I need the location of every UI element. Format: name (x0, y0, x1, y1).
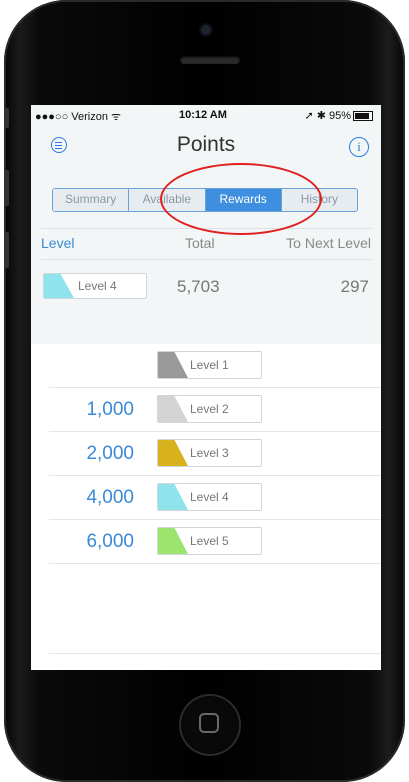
reward-level-badge: Level 4 (157, 483, 262, 511)
current-level-swatch (44, 274, 74, 298)
reward-points: 6,000 (86, 531, 134, 552)
header-divider-bottom (41, 259, 371, 260)
reward-points: 1,000 (86, 399, 134, 420)
row-divider (49, 431, 381, 432)
tab-summary[interactable]: Summary (53, 189, 130, 211)
reward-points: 2,000 (86, 443, 134, 464)
row-divider (49, 563, 381, 564)
current-level-badge: Level 4 (43, 273, 147, 299)
app-screen: ●●●○○ Verizon ᯤ 10:12 AM ➚ ✱ 95% Points … (31, 105, 381, 670)
highlight-circle (160, 163, 322, 235)
earpiece-speaker (180, 56, 240, 64)
header-total: Total (185, 235, 215, 251)
nav-bar: Points i (31, 127, 381, 163)
home-square-icon (199, 713, 219, 733)
reward-level-swatch (158, 484, 188, 510)
reward-level-swatch (158, 396, 188, 422)
battery-status: ➚ ✱ 95% (304, 109, 373, 122)
reward-level-badge: Level 1 (157, 351, 262, 379)
reward-level-label: Level 3 (190, 446, 229, 460)
reward-level-label: Level 2 (190, 402, 229, 416)
reward-level-label: Level 1 (190, 358, 229, 372)
reward-level-swatch (158, 440, 188, 466)
row-divider (49, 387, 381, 388)
reward-level-badge: Level 5 (157, 527, 262, 555)
header-level: Level (41, 235, 75, 251)
volume-up-button (4, 170, 9, 206)
row-divider (49, 475, 381, 476)
row-divider (49, 519, 381, 520)
reward-level-swatch (158, 528, 188, 554)
carrier-signal: ●●●○○ Verizon ᯤ (35, 111, 122, 123)
header-to-next-level: To Next Level (286, 235, 371, 251)
current-total: 5,703 (177, 277, 220, 296)
page-title: Points (176, 133, 236, 156)
empty-row-divider (49, 653, 381, 654)
battery-text: ➚ ✱ 95% (304, 110, 351, 122)
volume-down-button (4, 232, 9, 268)
current-level-label: Level 4 (78, 279, 117, 293)
reward-level-swatch (158, 352, 188, 378)
reward-level-badge: Level 3 (157, 439, 262, 467)
status-bar: ●●●○○ Verizon ᯤ 10:12 AM ➚ ✱ 95% (31, 105, 381, 127)
reward-level-badge: Level 2 (157, 395, 262, 423)
info-icon[interactable]: i (349, 137, 369, 157)
reward-level-label: Level 4 (190, 490, 229, 504)
current-to-next: 297 (340, 277, 369, 296)
home-button[interactable] (179, 694, 241, 756)
reward-points: 4,000 (86, 487, 134, 508)
clock: 10:12 AM (179, 109, 227, 121)
front-camera (201, 25, 211, 35)
reward-level-label: Level 5 (190, 534, 229, 548)
mute-switch (4, 108, 9, 128)
battery-icon (353, 111, 373, 122)
